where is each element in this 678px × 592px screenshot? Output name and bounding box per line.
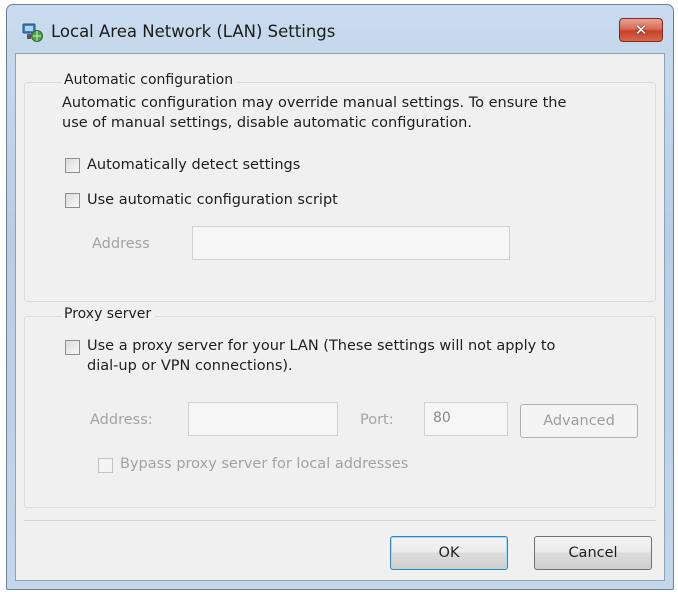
use-proxy-label-line1[interactable]: Use a proxy server for your LAN (These s… xyxy=(87,336,555,356)
network-settings-icon xyxy=(21,21,43,43)
close-icon: ✕ xyxy=(634,21,648,39)
window-title: Local Area Network (LAN) Settings xyxy=(51,22,336,41)
ok-button[interactable]: OK xyxy=(390,536,508,570)
port-label: Port: xyxy=(360,412,394,428)
port-field[interactable]: 80 xyxy=(424,402,508,436)
use-proxy-label-line2[interactable]: dial-up or VPN connections). xyxy=(87,356,293,376)
proxy-server-label: Proxy server xyxy=(62,306,156,322)
title-bar[interactable]: Local Area Network (LAN) Settings ✕ xyxy=(7,5,673,53)
automatic-configuration-label: Automatic configuration xyxy=(62,72,238,88)
proxy-address-label: Address: xyxy=(90,412,153,428)
detect-settings-checkbox[interactable] xyxy=(65,158,80,173)
close-button[interactable]: ✕ xyxy=(619,18,663,42)
automatic-configuration-description-line1: Automatic configuration may override man… xyxy=(62,95,567,111)
bypass-local-checkbox[interactable] xyxy=(98,458,113,473)
button-row-divider xyxy=(24,520,656,521)
advanced-button[interactable]: Advanced xyxy=(520,404,638,438)
dialog-body: Automatic configuration Automatic config… xyxy=(15,53,665,581)
proxy-address-field[interactable] xyxy=(188,402,338,436)
bypass-local-label[interactable]: Bypass proxy server for local addresses xyxy=(120,454,408,474)
use-script-checkbox[interactable] xyxy=(65,193,80,208)
automatic-configuration-description-line2: use of manual settings, disable automati… xyxy=(62,115,472,131)
use-script-label[interactable]: Use automatic configuration script xyxy=(87,190,338,210)
script-address-label: Address xyxy=(92,236,150,252)
detect-settings-label[interactable]: Automatically detect settings xyxy=(87,155,300,175)
cancel-button[interactable]: Cancel xyxy=(534,536,652,570)
use-proxy-checkbox[interactable] xyxy=(65,340,80,355)
script-address-field[interactable] xyxy=(192,226,510,260)
lan-settings-dialog: Local Area Network (LAN) Settings ✕ Auto… xyxy=(6,4,674,590)
